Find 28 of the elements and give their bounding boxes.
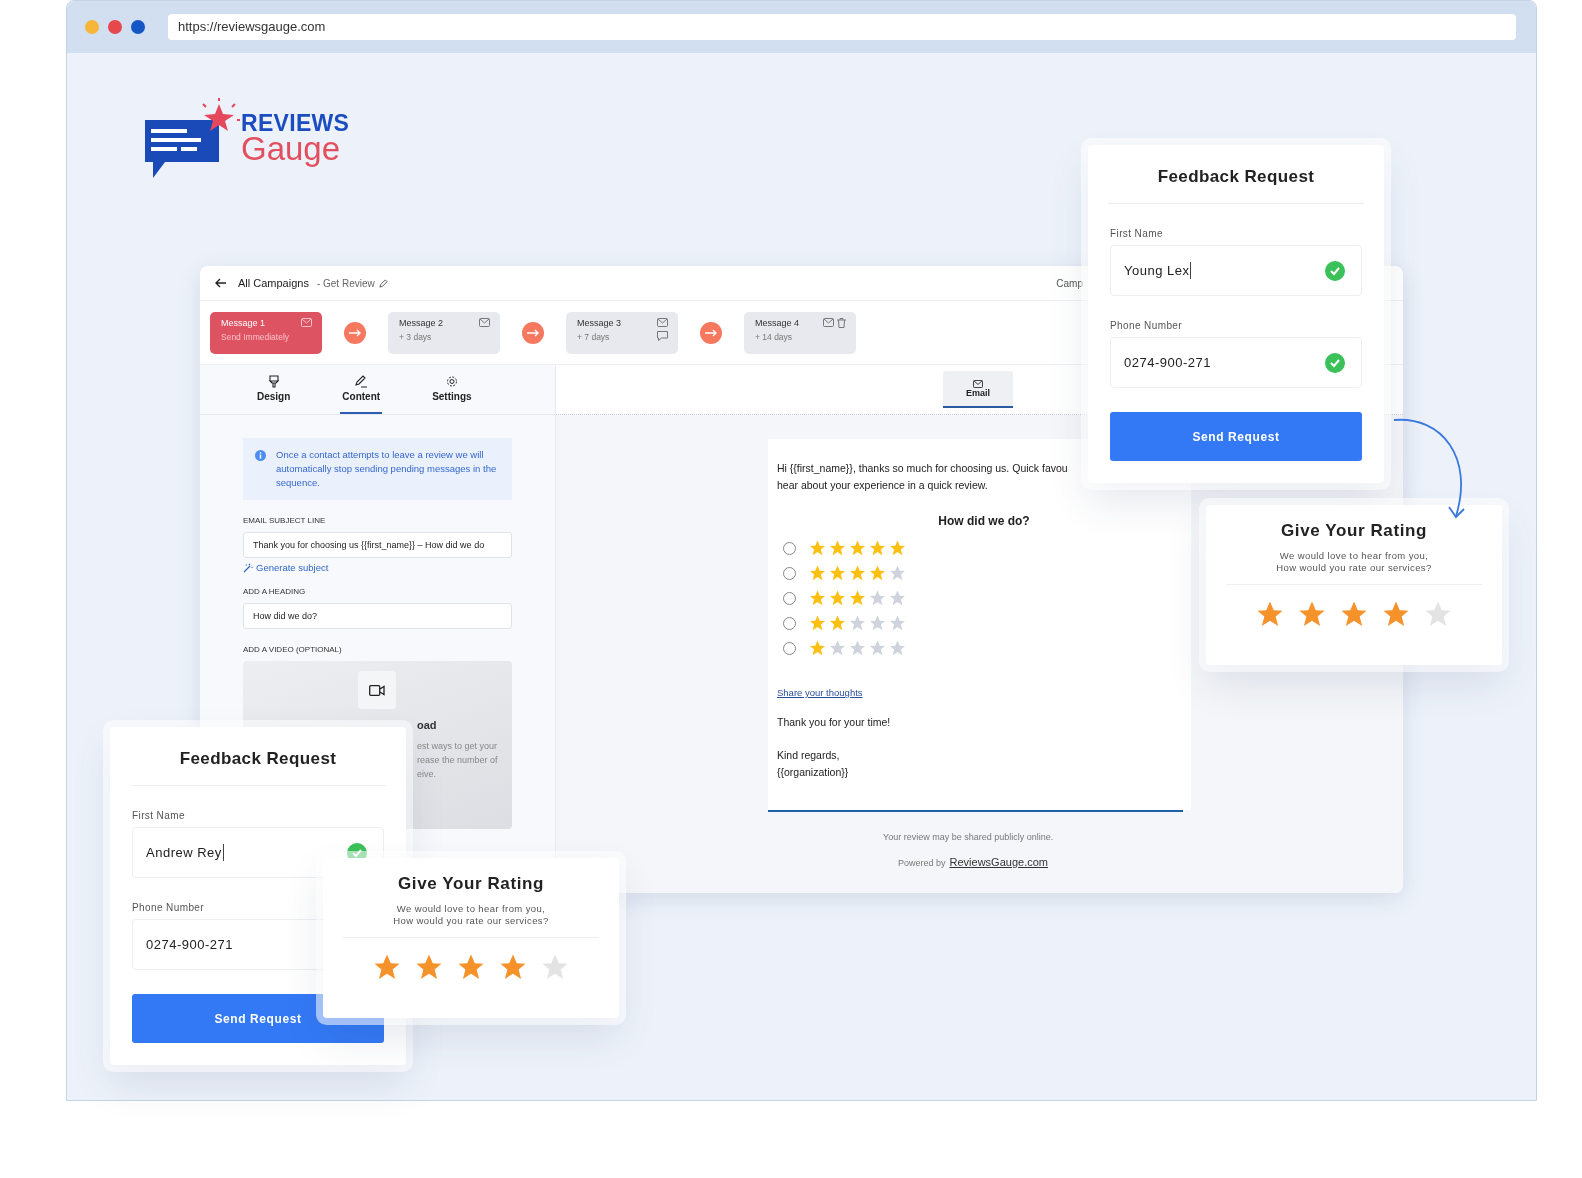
upload-description: est ways to get your bbox=[417, 741, 498, 751]
email-text: Thank you for your time! bbox=[777, 715, 891, 730]
logo-wordmark: REVIEWS bbox=[241, 112, 350, 134]
field-label: ADD A HEADING bbox=[243, 587, 306, 596]
upload-description: eive. bbox=[417, 769, 437, 779]
upload-title: oad bbox=[417, 719, 438, 731]
card-title: Feedback Request bbox=[1108, 167, 1364, 204]
email-text: {{organization}} bbox=[777, 765, 849, 780]
field-label: EMAIL SUBJECT LINE bbox=[243, 516, 326, 525]
campaign-name: - Get Review bbox=[316, 277, 375, 289]
card-subtitle: We would love to hear from you, How would you rate our services? bbox=[1226, 550, 1482, 585]
email-text: hear about your experience in a quick review. bbox=[777, 478, 988, 493]
field-label: First Name bbox=[1110, 228, 1164, 239]
field-label: First Name bbox=[132, 810, 186, 821]
footer-note: Powered by bbox=[898, 858, 946, 868]
upload-description: rease the number of bbox=[417, 755, 498, 765]
email-text: Hi {{first_name}}, thanks so much for choosing us. Quick favou bbox=[777, 461, 1068, 476]
card-title: Give Your Rating bbox=[398, 874, 544, 894]
field-label: Phone Number bbox=[1110, 320, 1184, 331]
field-label: ADD A VIDEO (OPTIONAL) bbox=[243, 645, 342, 654]
email-question: How did we do? bbox=[938, 514, 1030, 528]
card-title: Give Your Rating bbox=[1281, 521, 1427, 541]
footer-note: Your review may be shared publicly online. bbox=[883, 832, 1054, 842]
card-subtitle: We would love to hear from you, How would you rate our services? bbox=[343, 903, 599, 938]
field-label: Phone Number bbox=[132, 902, 206, 913]
info-note: Once a contact attempts to leave a review we will automatically stop sending pending messages in the sequence. bbox=[243, 438, 512, 500]
card-title: Feedback Request bbox=[130, 749, 386, 786]
email-text: Kind regards, bbox=[777, 748, 841, 763]
